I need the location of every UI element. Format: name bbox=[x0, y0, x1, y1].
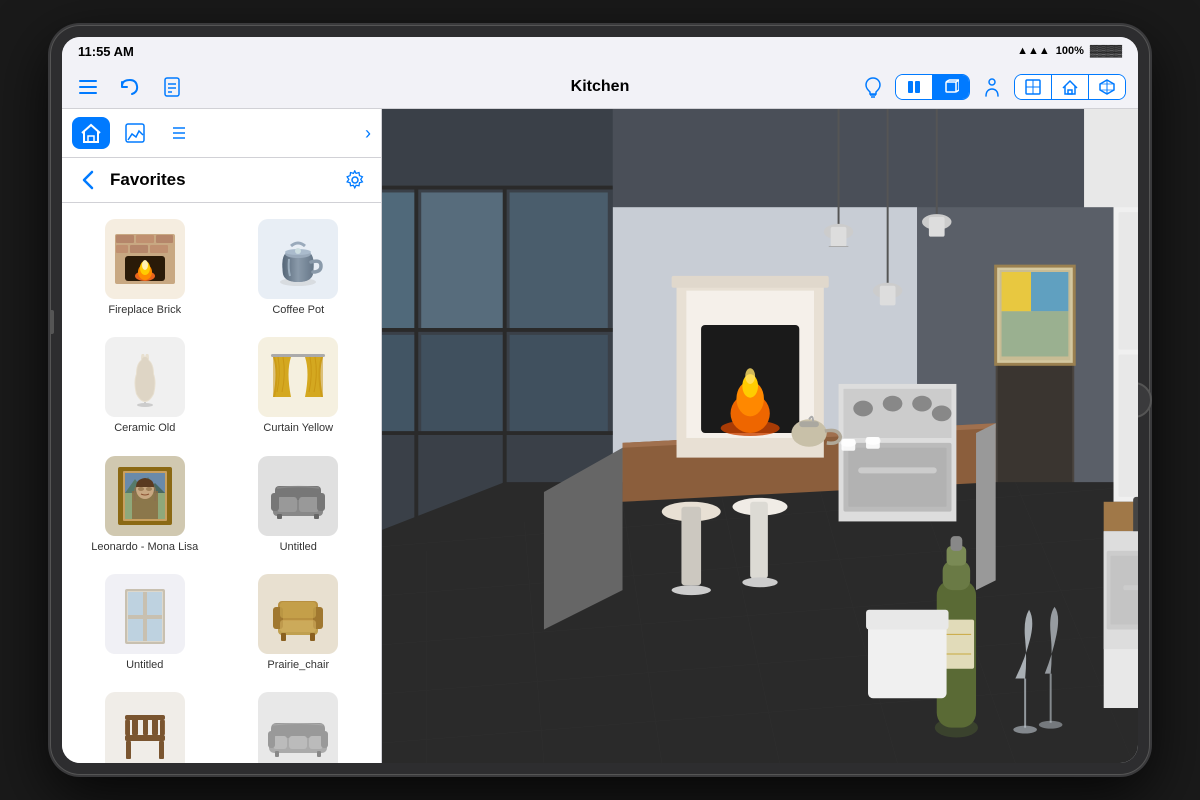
view-btn-home[interactable] bbox=[1052, 75, 1089, 99]
sidebar-title: Favorites bbox=[110, 170, 333, 190]
menu-button[interactable] bbox=[74, 73, 102, 101]
view-btn-floorplan[interactable] bbox=[1015, 75, 1052, 99]
status-bar: 11:55 AM ▲▲▲ 100% ▓▓▓▓ bbox=[62, 37, 1138, 65]
kitchen-scene bbox=[382, 109, 1138, 763]
toolbar-title: Kitchen bbox=[571, 78, 630, 96]
item-thumb-chair002 bbox=[105, 692, 185, 763]
toolbar-right bbox=[859, 73, 1126, 101]
toolbar: Kitchen bbox=[62, 65, 1138, 109]
item-label-prairie: Prairie_chair bbox=[267, 658, 329, 672]
item-label-untitled-window: Untitled bbox=[126, 658, 163, 672]
item-thumb-sofa3x bbox=[258, 692, 338, 763]
item-label-untitled-couch: Untitled bbox=[280, 540, 317, 554]
settings-button[interactable] bbox=[341, 166, 369, 194]
sidebar-header: Favorites bbox=[62, 158, 381, 203]
sidebar-more-button[interactable]: › bbox=[365, 123, 371, 144]
view-btn-group-1 bbox=[895, 74, 970, 100]
item-label-curtain: Curtain Yellow bbox=[263, 421, 333, 435]
device-screen: 11:55 AM ▲▲▲ 100% ▓▓▓▓ bbox=[62, 37, 1138, 763]
item-thumb-fireplace bbox=[105, 219, 185, 299]
item-chair002[interactable]: Chair_002 bbox=[70, 684, 220, 763]
item-thumb-curtain bbox=[258, 337, 338, 417]
items-grid: Fireplace Brick bbox=[62, 203, 381, 763]
view-btn-group-2 bbox=[1014, 74, 1126, 100]
viewport bbox=[382, 109, 1138, 763]
document-button[interactable] bbox=[158, 73, 186, 101]
wifi-icon: ▲▲▲ bbox=[1017, 45, 1050, 57]
view-btn-3d[interactable] bbox=[933, 75, 969, 99]
item-thumb-ceramic bbox=[105, 337, 185, 417]
item-thumb-monalisa bbox=[105, 456, 185, 536]
info-button[interactable] bbox=[978, 73, 1006, 101]
toolbar-left bbox=[74, 73, 186, 101]
item-curtain-yellow[interactable]: Curtain Yellow bbox=[224, 329, 374, 443]
battery-icon: ▓▓▓▓ bbox=[1090, 45, 1122, 57]
item-coffee-pot[interactable]: Coffee Pot bbox=[224, 211, 374, 325]
item-fireplace-brick[interactable]: Fireplace Brick bbox=[70, 211, 220, 325]
item-thumb-prairie bbox=[258, 574, 338, 654]
item-sofa3x[interactable]: Sofa3x_amazing bbox=[224, 684, 374, 763]
sidebar: › Favorites bbox=[62, 109, 382, 763]
ipad-frame: 11:55 AM ▲▲▲ 100% ▓▓▓▓ bbox=[50, 25, 1150, 775]
battery-percent: 100% bbox=[1056, 45, 1084, 57]
item-untitled-couch[interactable]: Untitled bbox=[224, 448, 374, 562]
item-untitled-window[interactable]: Untitled bbox=[70, 566, 220, 680]
item-label-monalisa: Leonardo - Mona Lisa bbox=[91, 540, 198, 554]
side-button bbox=[50, 310, 54, 334]
view-btn-cube[interactable] bbox=[1089, 75, 1125, 99]
status-time: 11:55 AM bbox=[78, 44, 134, 59]
item-label-coffeepot: Coffee Pot bbox=[272, 303, 324, 317]
item-ceramic-old[interactable]: Ceramic Old bbox=[70, 329, 220, 443]
item-label-ceramic: Ceramic Old bbox=[114, 421, 175, 435]
sidebar-tab-list[interactable] bbox=[160, 117, 198, 149]
item-thumb-couch bbox=[258, 456, 338, 536]
item-thumb-coffeepot bbox=[258, 219, 338, 299]
item-prairie-chair[interactable]: Prairie_chair bbox=[224, 566, 374, 680]
light-button[interactable] bbox=[859, 73, 887, 101]
item-monalisa[interactable]: Leonardo - Mona Lisa bbox=[70, 448, 220, 562]
main-content: › Favorites bbox=[62, 109, 1138, 763]
view-btn-books[interactable] bbox=[896, 75, 933, 99]
status-right: ▲▲▲ 100% ▓▓▓▓ bbox=[1017, 45, 1122, 57]
sidebar-tab-draw[interactable] bbox=[116, 117, 154, 149]
sidebar-tab-home[interactable] bbox=[72, 117, 110, 149]
sidebar-tabs: › bbox=[62, 109, 381, 158]
item-thumb-untitled2 bbox=[105, 574, 185, 654]
item-label-fireplace: Fireplace Brick bbox=[108, 303, 181, 317]
back-button[interactable] bbox=[74, 166, 102, 194]
undo-button[interactable] bbox=[116, 73, 144, 101]
